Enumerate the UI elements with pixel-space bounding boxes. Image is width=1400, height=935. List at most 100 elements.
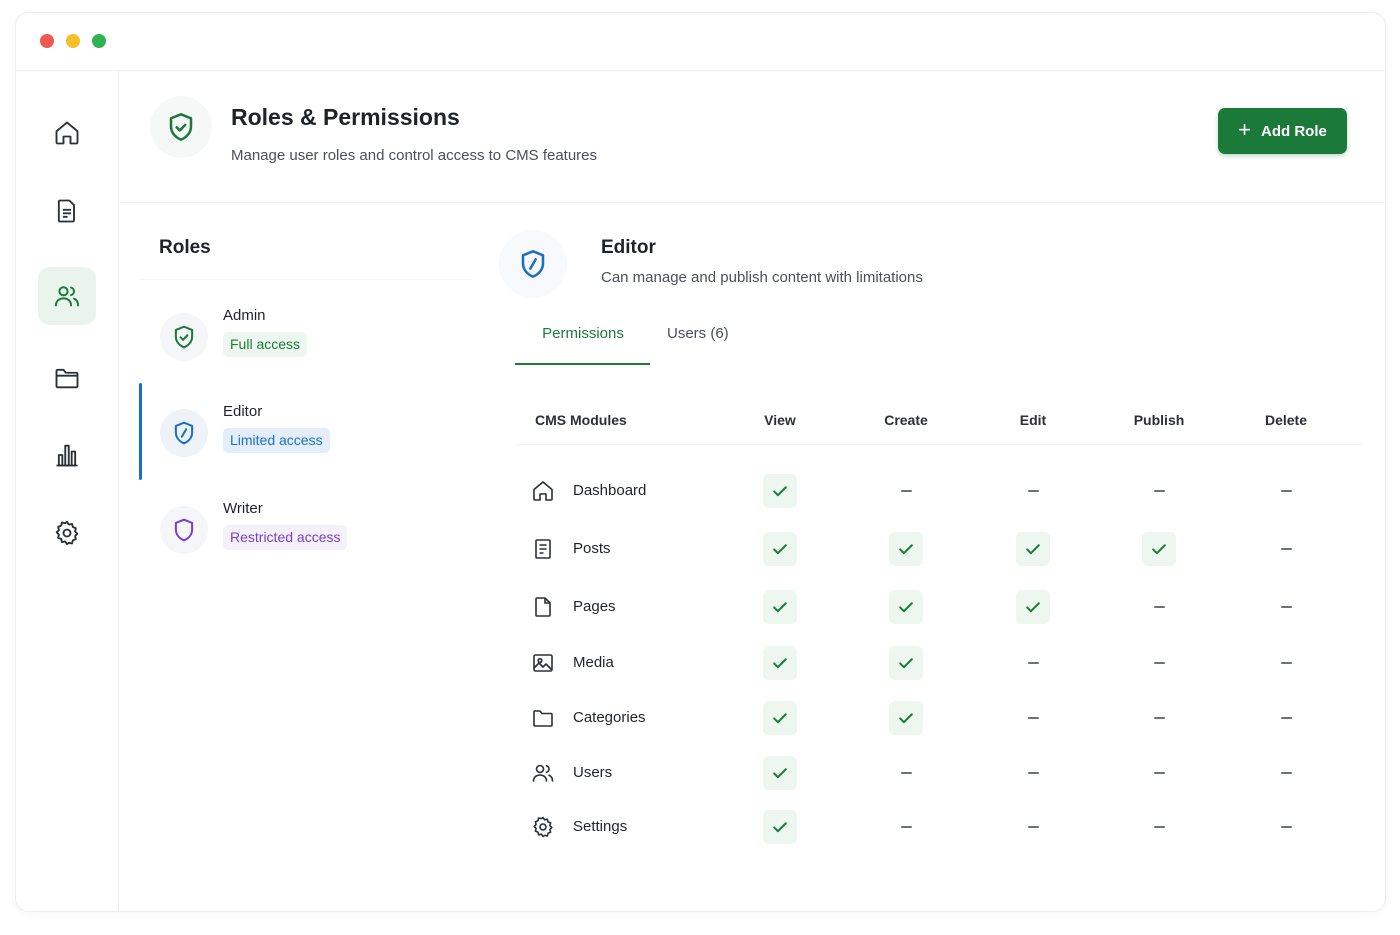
permission-delete-denied[interactable] <box>1269 756 1303 790</box>
role-detail-badge <box>499 230 567 298</box>
role-name: Editor <box>223 403 263 420</box>
check-icon <box>899 713 913 724</box>
plus-icon: + <box>1238 117 1251 142</box>
permission-view-granted[interactable] <box>763 532 797 566</box>
table-row: Media <box>515 643 1363 683</box>
roles-heading: Roles <box>159 237 211 258</box>
permission-delete-denied[interactable] <box>1269 701 1303 735</box>
role-access-badge: Full access <box>223 332 308 357</box>
permission-edit-denied[interactable] <box>1016 474 1050 508</box>
permission-edit-denied[interactable] <box>1016 646 1050 680</box>
permission-create-granted[interactable] <box>889 701 923 735</box>
shield-icon <box>174 518 194 542</box>
home-icon <box>533 481 553 501</box>
permission-create-denied[interactable] <box>889 474 923 508</box>
gear-icon <box>533 816 553 838</box>
role-detail-title: Editor <box>601 237 656 258</box>
permission-delete-denied[interactable] <box>1269 590 1303 624</box>
role-item-editor[interactable]: Editor Limited access <box>139 383 472 487</box>
shield-icon <box>521 250 545 278</box>
module-name: Posts <box>573 540 611 557</box>
permission-delete-denied[interactable] <box>1269 646 1303 680</box>
table-row: Pages <box>515 587 1363 627</box>
tab-users[interactable]: Users (6) <box>667 325 729 342</box>
bar-chart-icon <box>56 444 78 467</box>
table-row: Users <box>515 753 1363 793</box>
column-header-edit: Edit <box>1019 412 1047 428</box>
page-subtitle: Manage user roles and control access to … <box>231 147 598 164</box>
table-row: Dashboard <box>515 471 1363 511</box>
check-icon <box>773 602 787 613</box>
permission-publish-denied[interactable] <box>1142 474 1176 508</box>
role-name: Writer <box>223 500 263 517</box>
table-row: Posts <box>515 529 1363 569</box>
check-icon <box>773 658 787 669</box>
table-row: Settings <box>515 807 1363 847</box>
nav-item-home[interactable] <box>38 104 96 162</box>
role-detail-description: Can manage and publish content with limi… <box>601 269 923 286</box>
roles-divider <box>140 279 472 280</box>
permission-publish-granted[interactable] <box>1142 532 1176 566</box>
nav-item-analytics[interactable] <box>38 426 96 484</box>
permission-publish-denied[interactable] <box>1142 701 1176 735</box>
add-role-label: Add Role <box>1261 122 1327 140</box>
check-icon <box>773 768 787 779</box>
maximize-window-button[interactable] <box>92 34 106 48</box>
module-name: Media <box>573 654 614 671</box>
header-shield-badge <box>150 96 212 158</box>
nav-item-settings[interactable] <box>38 504 96 562</box>
permission-publish-denied[interactable] <box>1142 590 1176 624</box>
role-item-writer[interactable]: Writer Restricted access <box>140 488 472 584</box>
permission-create-denied[interactable] <box>889 810 923 844</box>
check-icon <box>773 822 787 833</box>
app-window: Roles & Permissions Manage user roles an… <box>15 12 1386 912</box>
permission-edit-denied[interactable] <box>1016 756 1050 790</box>
folder-icon <box>55 368 79 389</box>
permission-view-granted[interactable] <box>763 701 797 735</box>
permission-view-granted[interactable] <box>763 756 797 790</box>
permission-publish-denied[interactable] <box>1142 756 1176 790</box>
image-icon <box>533 654 553 672</box>
permission-edit-granted[interactable] <box>1016 532 1050 566</box>
permission-publish-denied[interactable] <box>1142 810 1176 844</box>
column-header-create: Create <box>884 412 928 428</box>
folder-icon <box>533 710 553 727</box>
role-name: Admin <box>223 307 266 324</box>
permission-create-granted[interactable] <box>889 646 923 680</box>
document-icon <box>57 199 75 223</box>
permission-edit-denied[interactable] <box>1016 810 1050 844</box>
check-icon <box>773 486 787 497</box>
permission-edit-granted[interactable] <box>1016 590 1050 624</box>
minimize-window-button[interactable] <box>66 34 80 48</box>
check-icon <box>899 658 913 669</box>
module-name: Settings <box>573 818 628 835</box>
permission-view-granted[interactable] <box>763 474 797 508</box>
active-tab-indicator <box>515 363 650 365</box>
permission-create-granted[interactable] <box>889 590 923 624</box>
role-icon-editor <box>160 409 208 457</box>
permission-view-granted[interactable] <box>763 810 797 844</box>
permission-delete-denied[interactable] <box>1269 474 1303 508</box>
nav-item-users[interactable] <box>38 267 96 325</box>
page-title: Roles & Permissions <box>231 104 460 130</box>
nav-item-files[interactable] <box>38 349 96 407</box>
role-access-badge: Limited access <box>223 428 330 453</box>
shield-icon <box>174 421 194 445</box>
role-item-admin[interactable]: Admin Full access <box>140 295 472 391</box>
permission-view-granted[interactable] <box>763 646 797 680</box>
permission-create-granted[interactable] <box>889 532 923 566</box>
permission-delete-denied[interactable] <box>1269 532 1303 566</box>
permission-publish-denied[interactable] <box>1142 646 1176 680</box>
role-icon-admin <box>160 313 208 361</box>
table-header: CMS Modules View Create Edit Publish Del… <box>515 395 1363 445</box>
permission-edit-denied[interactable] <box>1016 701 1050 735</box>
permission-view-granted[interactable] <box>763 590 797 624</box>
shield-icon <box>174 325 194 349</box>
nav-item-content[interactable] <box>38 182 96 240</box>
column-header-view: View <box>764 412 796 428</box>
permission-delete-denied[interactable] <box>1269 810 1303 844</box>
add-role-button[interactable]: + Add Role <box>1218 108 1347 154</box>
close-window-button[interactable] <box>40 34 54 48</box>
permission-create-denied[interactable] <box>889 756 923 790</box>
tab-permissions[interactable]: Permissions <box>516 325 650 342</box>
